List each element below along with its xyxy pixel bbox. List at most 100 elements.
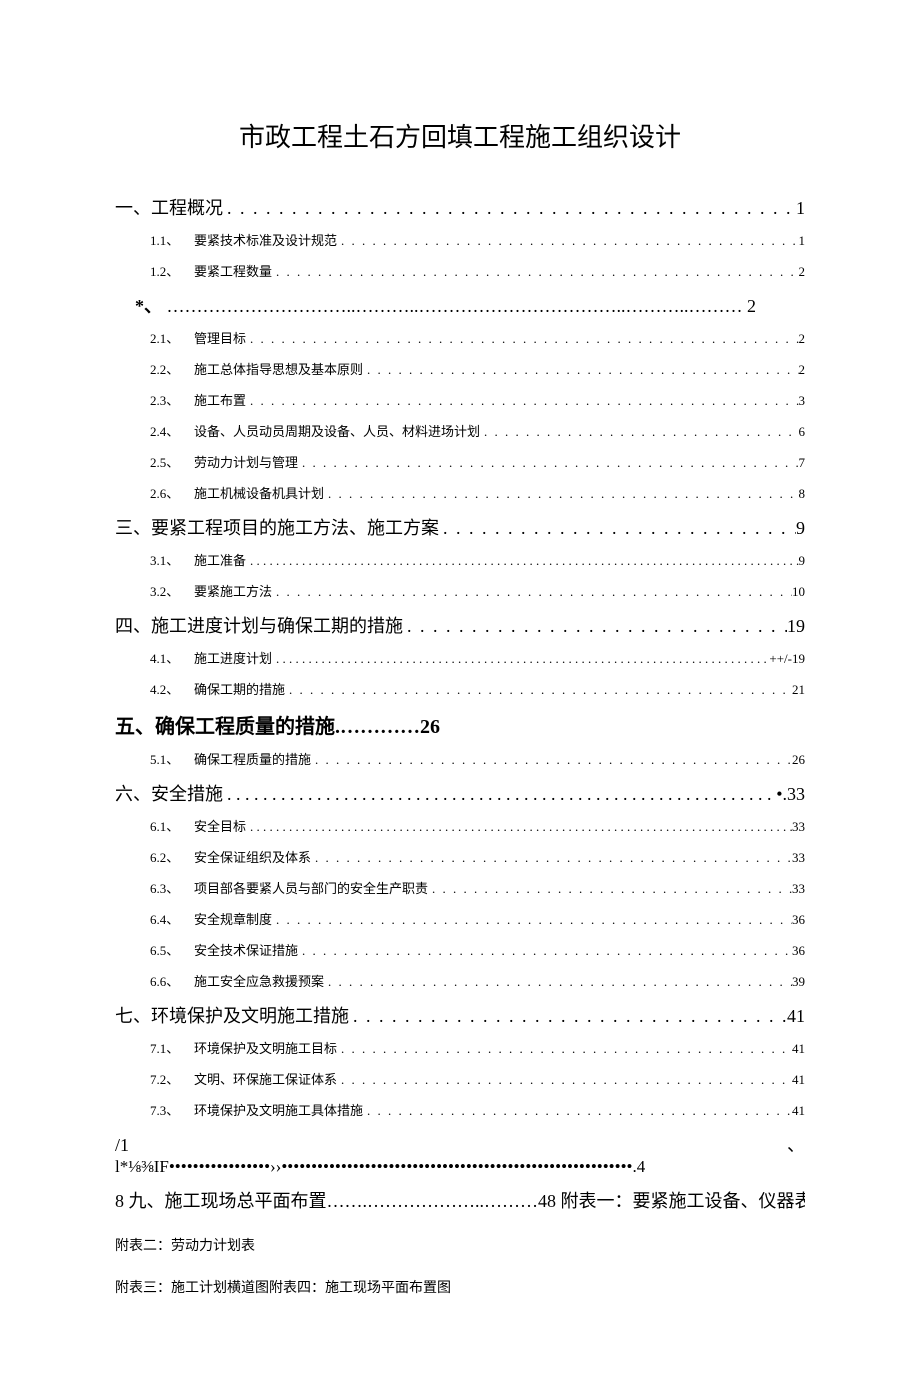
toc-num: 一、 <box>115 194 151 220</box>
toc-section-1: 一、 工程概况 . . . . . . . . . . . . . . . . … <box>115 194 805 220</box>
toc-label: 设备、人员动员周期及设备、人员、材料进场计划 <box>194 421 480 440</box>
toc-page: 6 <box>799 424 806 440</box>
toc-num: 七、 <box>115 1002 151 1028</box>
toc-label: 环境保护及文明施工具体措施 <box>194 1100 363 1119</box>
toc-page: 41 <box>792 1072 805 1088</box>
toc-item-6-4: 6.4、 安全规章制度 . . . . . . . . . . . . . . … <box>150 909 805 928</box>
toc-item-2-2: 2.2、 施工总体指导思想及基本原则 . . . . . . . . . . .… <box>150 359 805 378</box>
toc-leader: . . . . . . . . . . . . . . . . . . . . … <box>349 1006 787 1027</box>
toc-label: 要紧施工方法 <box>194 581 272 600</box>
toc-leader: . . . . . . . . . . . . . . . . . . . . … <box>223 198 796 219</box>
toc-num: 3.1、 <box>150 550 182 569</box>
appendix-2: 附表二：劳动力计划表 <box>115 1235 805 1255</box>
toc-page: 10 <box>792 584 805 600</box>
toc-garbled-line: l*⅛⅜IF•••••••••••••••••››•••••••••••••••… <box>115 1157 805 1177</box>
toc-num: 2.5、 <box>150 452 182 471</box>
toc-num: 1.2、 <box>150 261 182 280</box>
toc-label: 安全规章制度 <box>194 909 272 928</box>
toc-leader: . . . . . . . . . . . . . . . . . . . . … <box>298 455 798 471</box>
toc-page: 7 <box>799 455 806 471</box>
toc-num: 6.5、 <box>150 940 182 959</box>
toc-num: 4.1、 <box>150 648 182 667</box>
toc-item-3-2: 3.2、 要紧施工方法 . . . . . . . . . . . . . . … <box>150 581 805 600</box>
toc-item-5-1: 5.1、 确保工程质量的措施 . . . . . . . . . . . . .… <box>150 749 805 768</box>
toc-page: 19 <box>787 616 805 637</box>
toc-leader: . . . . . . . . . . . . . . . . . . . . … <box>272 912 792 928</box>
toc-star-prefix: *、 <box>135 296 162 316</box>
toc-leader: . . . . . . . . . . . . . . . . . . . . … <box>223 784 776 805</box>
toc-num: 四、 <box>115 612 151 638</box>
toc-leader: . . . . . . . . . . . . . . . . . . . . … <box>337 1041 792 1057</box>
toc-page: 3 <box>799 393 806 409</box>
toc-page: 41 <box>792 1041 805 1057</box>
toc-item-6-2: 6.2、 安全保证组织及体系 . . . . . . . . . . . . .… <box>150 847 805 866</box>
slash-left: /1 <box>115 1135 129 1156</box>
toc-leader: . . . . . . . . . . . . . . . . . . . . … <box>363 362 798 378</box>
toc-star-dots: …………………………..………..……………………………..………..……… <box>167 296 743 316</box>
toc-item-6-6: 6.6、 施工安全应急救援预案 . . . . . . . . . . . . … <box>150 971 805 990</box>
toc-leader: . . . . . . . . . . . . . . . . . . . . … <box>337 233 798 249</box>
toc-num: 7.3、 <box>150 1100 182 1119</box>
toc-page: 2 <box>799 264 806 280</box>
slash-right: 、 <box>787 1131 805 1157</box>
toc-num: 7.1、 <box>150 1038 182 1057</box>
toc-leader: . . . . . . . . . . . . . . . . . . . . … <box>246 819 792 835</box>
toc-label: 确保工程质量的措施 <box>194 749 311 768</box>
toc-section-4: 四、 施工进度计划与确保工期的措施 . . . . . . . . . . . … <box>115 612 805 638</box>
toc-section-2-garbled: *、 …………………………..………..……………………………..………..……… <box>135 292 805 318</box>
toc-label: 劳动力计划与管理 <box>194 452 298 471</box>
toc-label: 施工进度计划与确保工期的措施 <box>151 612 403 638</box>
toc-star-page: 2 <box>747 296 756 316</box>
toc-label: 文明、环保施工保证体系 <box>194 1069 337 1088</box>
toc-item-2-5: 2.5、 劳动力计划与管理 . . . . . . . . . . . . . … <box>150 452 805 471</box>
toc-section-5: 五、确保工程质量的措施.…………26 <box>115 710 805 739</box>
toc-label: 施工布置 <box>194 390 246 409</box>
toc-section-8-9: 8 九、施工现场总平面布置…….………………..………48 附表一：要紧施工设备… <box>115 1187 805 1213</box>
toc-label: 管理目标 <box>194 328 246 347</box>
toc-label: 要紧技术标准及设计规范 <box>194 230 337 249</box>
toc-page: 41 <box>792 1103 805 1119</box>
toc-num: 1.1、 <box>150 230 182 249</box>
toc-item-4-1: 4.1、 施工进度计划 . . . . . . . . . . . . . . … <box>150 648 805 667</box>
toc-item-6-1: 6.1、 安全目标 . . . . . . . . . . . . . . . … <box>150 816 805 835</box>
toc-num: 5.1、 <box>150 749 182 768</box>
toc-item-2-6: 2.6、 施工机械设备机具计划 . . . . . . . . . . . . … <box>150 483 805 502</box>
toc-num: 4.2、 <box>150 679 182 698</box>
toc-item-2-3: 2.3、 施工布置 . . . . . . . . . . . . . . . … <box>150 390 805 409</box>
toc-item-4-2: 4.2、 确保工期的措施 . . . . . . . . . . . . . .… <box>150 679 805 698</box>
toc-page: 26 <box>792 752 805 768</box>
toc-leader: . . . . . . . . . . . . . . . . . . . . … <box>311 752 792 768</box>
toc-page: 8 <box>799 486 806 502</box>
document-title: 市政工程土石方回填工程施工组织设计 <box>115 117 805 154</box>
toc-leader: . . . . . . . . . . . . . . . . . . . . … <box>272 651 769 667</box>
toc-page: 9 <box>796 518 805 539</box>
toc-section-7: 七、 环境保护及文明施工措施 . . . . . . . . . . . . .… <box>115 1002 805 1028</box>
toc-item-7-1: 7.1、 环境保护及文明施工目标 . . . . . . . . . . . .… <box>150 1038 805 1057</box>
toc-leader: . . . . . . . . . . . . . . . . . . . . … <box>324 974 792 990</box>
toc-section-3: 三、 要紧工程项目的施工方法、施工方案 . . . . . . . . . . … <box>115 514 805 540</box>
document-page: 市政工程土石方回填工程施工组织设计 一、 工程概况 . . . . . . . … <box>0 0 920 1379</box>
toc-leader: . . . . . . . . . . . . . . . . . . . . … <box>403 616 787 637</box>
toc-item-7-3: 7.3、 环境保护及文明施工具体措施 . . . . . . . . . . .… <box>150 1100 805 1119</box>
toc-label: 施工准备 <box>194 550 246 569</box>
toc-leader: . . . . . . . . . . . . . . . . . . . . … <box>272 584 792 600</box>
toc-leader: . . . . . . . . . . . . . . . . . . . . … <box>324 486 798 502</box>
toc-num: 6.2、 <box>150 847 182 866</box>
toc-item-3-1: 3.1、 施工准备 . . . . . . . . . . . . . . . … <box>150 550 805 569</box>
toc-label: 要紧工程项目的施工方法、施工方案 <box>151 514 439 540</box>
toc-leader: . . . . . . . . . . . . . . . . . . . . … <box>285 682 792 698</box>
toc-num: 三、 <box>115 514 151 540</box>
toc-label: 施工安全应急救援预案 <box>194 971 324 990</box>
toc-item-2-4: 2.4、 设备、人员动员周期及设备、人员、材料进场计划 . . . . . . … <box>150 421 805 440</box>
toc-item-6-3: 6.3、 项目部各要紧人员与部门的安全生产职责 . . . . . . . . … <box>150 878 805 897</box>
toc-page: •.33 <box>776 784 805 805</box>
toc-label: 工程概况 <box>151 194 223 220</box>
toc-label: 施工进度计划 <box>194 648 272 667</box>
toc-num: 6.3、 <box>150 878 182 897</box>
toc-leader: . . . . . . . . . . . . . . . . . . . . … <box>439 518 796 539</box>
toc-page: 36 <box>792 912 805 928</box>
toc-section-6: 六、 安全措施 . . . . . . . . . . . . . . . . … <box>115 780 805 806</box>
toc-label: 安全保证组织及体系 <box>194 847 311 866</box>
toc-page: 1 <box>799 233 806 249</box>
toc-num: 六、 <box>115 780 151 806</box>
